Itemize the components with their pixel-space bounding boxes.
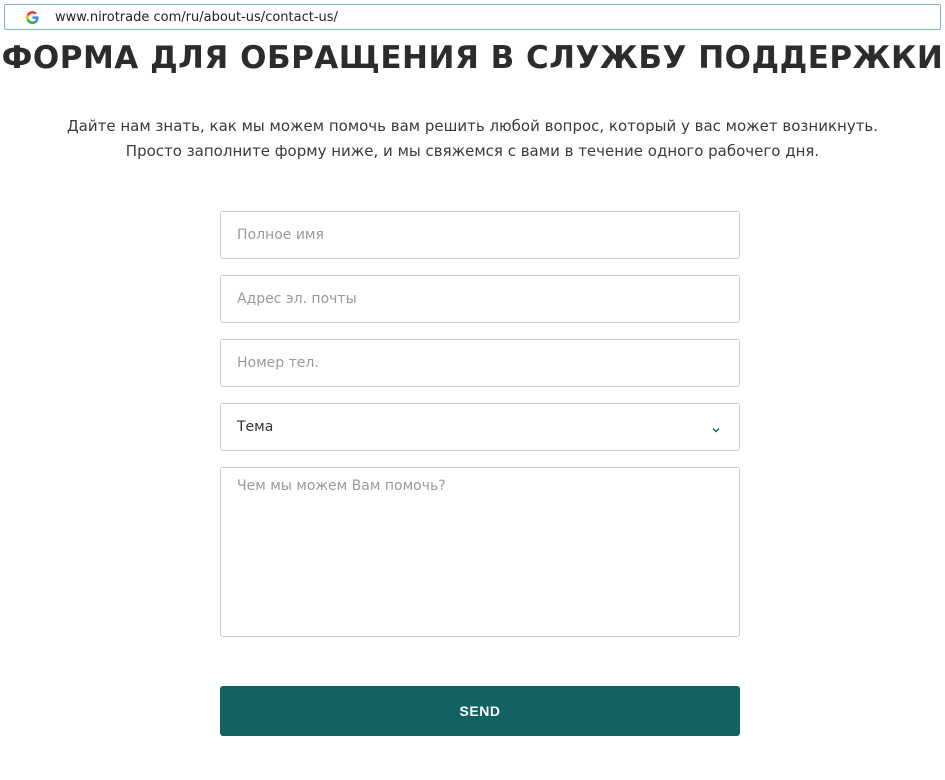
phone-input[interactable] [220,339,740,387]
chevron-down-icon [711,422,721,433]
topic-select-value: Тема [237,419,274,435]
page-title: ФОРМА ДЛЯ ОБРАЩЕНИЯ В СЛУЖБУ ПОДДЕРЖКИ [1,40,944,76]
topic-select[interactable]: Тема [220,403,740,451]
subtitle-line-2: Просто заполните форму ниже, и мы свяжем… [125,142,820,160]
subtitle-line-1: Дайте нам знать, как мы можем помочь вам… [66,117,879,135]
email-input[interactable] [220,275,740,323]
message-textarea[interactable] [220,467,740,637]
google-g-icon [25,10,39,24]
page-subtitle: Дайте нам знать, как мы можем помочь вам… [0,114,945,164]
send-button[interactable]: SEND [220,686,740,736]
address-bar[interactable]: www.nirotrade com/ru/about-us/contact-us… [4,4,941,30]
url-text[interactable]: www.nirotrade com/ru/about-us/contact-us… [55,10,338,25]
full-name-input[interactable] [220,211,740,259]
